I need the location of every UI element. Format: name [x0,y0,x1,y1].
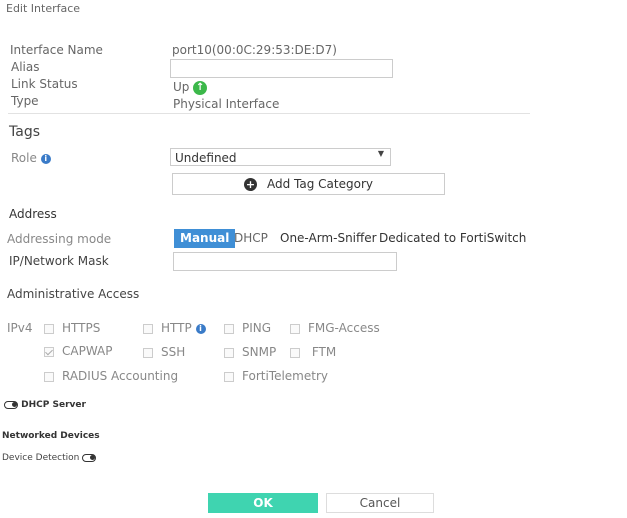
option-label: SNMP [242,345,277,359]
ip-mask-input[interactable] [173,252,397,271]
checkbox-capwap[interactable]: CAPWAP [44,344,112,358]
role-label-text: Role [11,151,37,165]
arrow-up-icon: ↑ [193,80,208,95]
plus-circle-icon: + [244,178,257,191]
info-icon: i [195,323,206,334]
checkbox[interactable] [290,323,300,334]
ok-button[interactable]: OK [208,493,318,513]
chevron-down-icon: ▼ [377,149,384,158]
checkbox-ftm[interactable]: FTM [290,345,336,359]
alias-label: Alias [11,60,40,74]
addressing-mode-label: Addressing mode [7,232,112,246]
option-label: HTTP [161,321,192,335]
checkbox-ping[interactable]: PING [224,321,271,335]
checkbox-radius-accounting[interactable]: RADIUS Accounting [44,369,178,383]
interface-name-value: port10(00:0C:29:53:DE:D7) [172,43,337,57]
dhcp-server-toggle-row: DHCP Server [4,400,86,410]
option-label: FTM [311,345,337,359]
type-label: Type [11,94,39,108]
device-detection-toggle[interactable] [82,453,97,462]
address-heading: Address [9,207,57,221]
checkbox[interactable] [44,346,54,357]
device-detection-row: Device Detection [2,453,97,463]
option-label: FortiTelemetry [242,369,328,383]
alias-input[interactable] [170,59,393,78]
device-detection-label: Device Detection [2,453,80,463]
checkbox[interactable] [290,347,300,358]
checkbox[interactable] [224,347,234,358]
checkbox[interactable] [44,323,54,334]
role-select[interactable]: Undefined ▼ [170,148,391,166]
ipv4-label: IPv4 [7,321,33,335]
role-label: Role i [11,151,51,165]
checkbox-fmg-access[interactable]: FMG-Access [290,321,380,335]
mode-one-arm-sniffer[interactable]: One-Arm-Sniffer [274,229,380,248]
checkbox-snmp[interactable]: SNMP [224,345,276,359]
link-status-label: Link Status [11,77,78,91]
link-status-text: Up [173,80,190,94]
mode-manual[interactable]: Manual [174,229,236,248]
type-value: Physical Interface [173,97,280,111]
option-label: FMG-Access [308,321,380,335]
mode-dedicated-fortiswitch[interactable]: Dedicated to FortiSwitch [376,229,532,248]
add-tag-label: Add Tag Category [267,177,373,191]
ip-mask-label: IP/Network Mask [9,254,109,268]
dialog-title: Edit Interface [6,2,81,15]
dhcp-server-label: DHCP Server [21,400,86,410]
checkbox[interactable] [224,323,234,334]
checkbox[interactable] [143,323,153,334]
option-label: CAPWAP [62,344,113,358]
checkbox-http[interactable]: HTTP i [143,321,206,335]
checkbox-https[interactable]: HTTPS [44,321,100,335]
checkbox-fortitelemetry[interactable]: FortiTelemetry [224,369,328,383]
option-label: SSH [161,345,186,359]
checkbox[interactable] [224,371,234,382]
cancel-button[interactable]: Cancel [326,493,434,513]
add-tag-category-button[interactable]: + Add Tag Category [172,173,445,195]
option-label: HTTPS [62,321,101,335]
admin-access-heading: Administrative Access [7,287,140,301]
checkbox[interactable] [44,371,54,382]
interface-name-label: Interface Name [10,43,103,57]
dhcp-server-toggle[interactable] [4,400,18,409]
link-status-value: Up ↑ [173,80,208,95]
checkbox[interactable] [143,347,153,358]
info-icon: i [40,153,51,164]
role-select-value: Undefined [175,151,237,165]
divider [8,113,530,114]
checkbox-ssh[interactable]: SSH [143,345,185,359]
option-label: RADIUS Accounting [62,369,179,383]
networked-devices-heading: Networked Devices [2,431,100,441]
mode-dhcp[interactable]: DHCP [228,229,274,248]
option-label: PING [242,321,272,335]
tags-heading: Tags [9,124,40,140]
